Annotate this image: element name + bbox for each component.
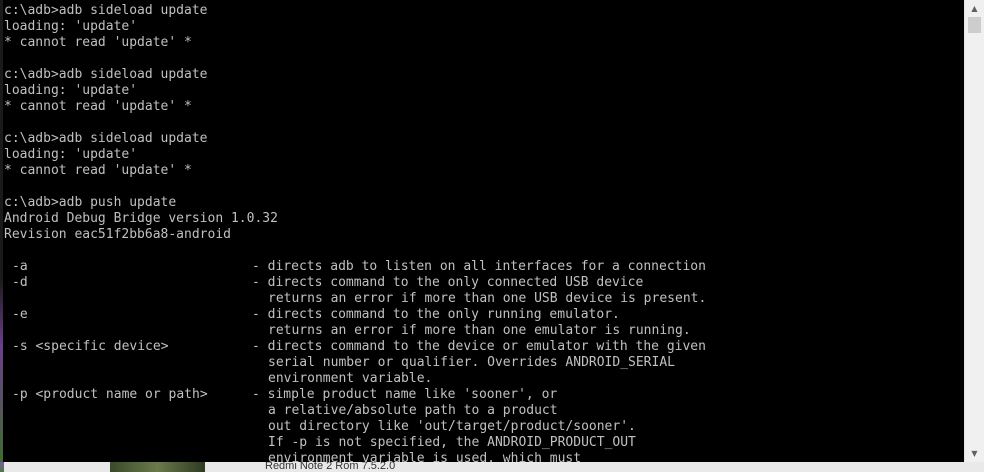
vertical-scrollbar[interactable]: ▲ ▼ <box>964 0 984 462</box>
console-output: c:\adb>adb sideload update loading: 'upda… <box>3 0 964 462</box>
option-description: - directs adb to listen on all interface… <box>252 259 706 274</box>
option-description: serial number or qualifier. Overrides AN… <box>268 355 675 370</box>
console-line: c:\adb>adb sideload update <box>4 131 208 146</box>
option-description: - directs command to the device or emula… <box>252 339 706 354</box>
option-description: - directs command to the only running em… <box>252 307 620 322</box>
option-description: - simple product name like 'sooner', or <box>252 387 558 402</box>
desktop-background: Redmi Note 2 Rom 7.5.2.0 <box>0 462 984 472</box>
desktop-wallpaper-strip <box>0 462 4 472</box>
option-description: out directory like 'out/target/product/s… <box>268 419 636 434</box>
console-line: * cannot read 'update' * <box>4 99 192 114</box>
scroll-down-arrow-icon[interactable]: ▼ <box>965 445 984 462</box>
option-description: environment variable. <box>268 371 433 386</box>
option-row: -s <specific device> - directs command to… <box>4 339 964 355</box>
option-row: environment variable. <box>4 371 964 387</box>
option-row: returns an error if more than one emulat… <box>4 323 964 339</box>
option-description: - directs command to the only connected … <box>252 275 644 290</box>
desktop-file-label[interactable]: Redmi Note 2 Rom 7.5.2.0 <box>265 462 395 472</box>
option-row: serial number or qualifier. Overrides AN… <box>4 355 964 371</box>
console-line: Android Debug Bridge version 1.0.32 <box>4 211 278 226</box>
option-row: environment variable is used, which must <box>4 451 964 462</box>
console-line: * cannot read 'update' * <box>4 163 192 178</box>
option-row: If -p is not specified, the ANDROID_PROD… <box>4 435 964 451</box>
desktop-thumbnail-image <box>110 462 205 472</box>
console-line: * cannot read 'update' * <box>4 35 192 50</box>
option-description: If -p is not specified, the ANDROID_PROD… <box>268 435 636 450</box>
option-row: -d - directs command to the only connecte… <box>4 275 964 291</box>
option-row: a relative/absolute path to a product <box>4 403 964 419</box>
option-row: out directory like 'out/target/product/s… <box>4 419 964 435</box>
option-row: returns an error if more than one USB de… <box>4 291 964 307</box>
console-line: c:\adb>adb sideload update <box>4 3 208 18</box>
option-description: a relative/absolute path to a product <box>268 403 558 418</box>
option-description: returns an error if more than one emulat… <box>268 323 691 338</box>
option-flag: -d <box>12 275 28 290</box>
option-flag: -s <specific device> <box>12 339 169 354</box>
option-row: -e - directs command to the only running … <box>4 307 964 323</box>
option-flag: -e <box>12 307 28 322</box>
option-row: -p <product name or path> - simple produc… <box>4 387 964 403</box>
console-line: c:\adb>adb push update <box>4 195 177 210</box>
console-window[interactable]: c:\adb>adb sideload update loading: 'upda… <box>3 0 964 462</box>
console-line: c:\adb>adb sideload update <box>4 67 208 82</box>
console-line: loading: 'update' <box>4 147 138 162</box>
console-line: loading: 'update' <box>4 19 138 34</box>
option-flag: -p <product name or path> <box>12 387 208 402</box>
scroll-up-arrow-icon[interactable]: ▲ <box>965 0 984 17</box>
scrollbar-thumb[interactable] <box>968 17 981 33</box>
option-description: returns an error if more than one USB de… <box>268 291 707 306</box>
option-description: environment variable is used, which must <box>268 451 582 462</box>
console-line: Revision eac51f2bb6a8-android <box>4 227 231 242</box>
console-line: loading: 'update' <box>4 83 138 98</box>
option-row: -a - directs adb to listen on all interfa… <box>4 259 964 275</box>
option-flag: -a <box>12 259 28 274</box>
